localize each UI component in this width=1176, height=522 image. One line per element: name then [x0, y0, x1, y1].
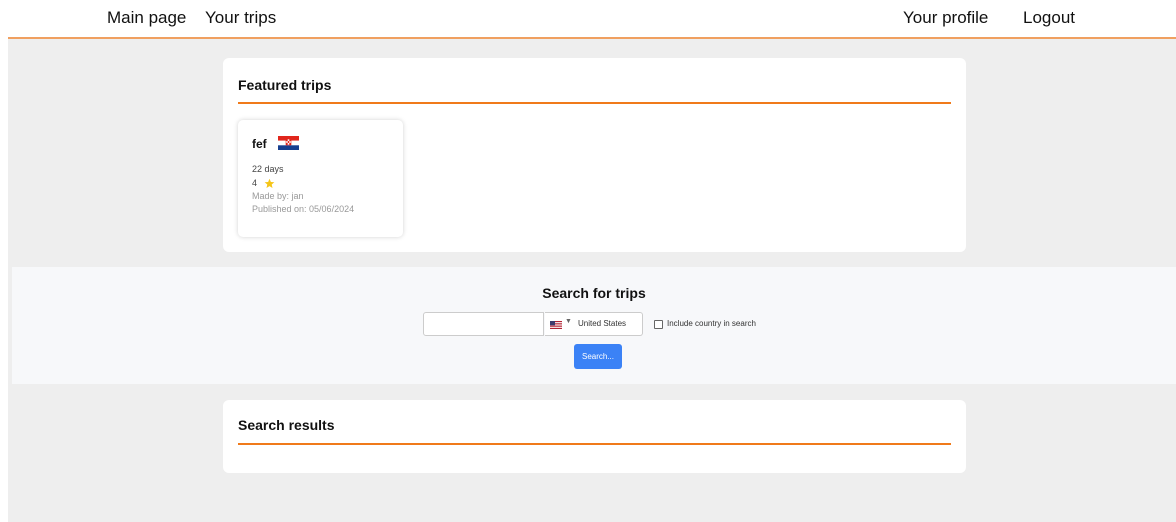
featured-trips-divider: [238, 102, 951, 104]
trip-card[interactable]: fef 22 days 4 Made by: jan Published on:…: [238, 120, 403, 237]
search-title: Search for trips: [542, 285, 646, 301]
nav-your-profile[interactable]: Your profile: [903, 8, 988, 28]
featured-trips-card: Featured trips fef 22 days 4 Made by: ja…: [223, 58, 966, 252]
search-section: Search for trips ▼ United States Include…: [12, 267, 1176, 384]
search-results-divider: [238, 443, 951, 445]
us-flag-icon: [550, 321, 562, 329]
trip-duration: 22 days: [252, 164, 284, 174]
trip-published-date: Published on: 05/06/2024: [252, 204, 355, 214]
top-navigation: Main page Your trips Your profile Logout: [0, 0, 1176, 39]
chevron-down-icon: ▼: [565, 318, 572, 325]
include-country-checkbox[interactable]: [654, 320, 663, 329]
country-select[interactable]: ▼ United States: [545, 312, 643, 336]
country-select-value: United States: [578, 319, 627, 328]
search-button[interactable]: Search...: [574, 344, 622, 369]
trip-author: Made by: jan: [252, 191, 304, 201]
croatia-flag-icon: [278, 136, 299, 150]
trip-name: fef: [252, 137, 267, 151]
page-content: Featured trips fef 22 days 4 Made by: ja…: [8, 39, 1176, 522]
include-country-label: Include country in search: [667, 319, 756, 328]
search-input[interactable]: [423, 312, 544, 336]
search-results-card: Search results: [223, 400, 966, 473]
nav-main-page[interactable]: Main page: [107, 8, 186, 28]
featured-trips-title: Featured trips: [238, 77, 332, 93]
nav-logout[interactable]: Logout: [1023, 8, 1075, 28]
trip-rating: 4: [252, 178, 258, 188]
nav-your-trips[interactable]: Your trips: [205, 8, 276, 28]
search-results-title: Search results: [238, 417, 335, 433]
star-icon: [264, 178, 275, 188]
